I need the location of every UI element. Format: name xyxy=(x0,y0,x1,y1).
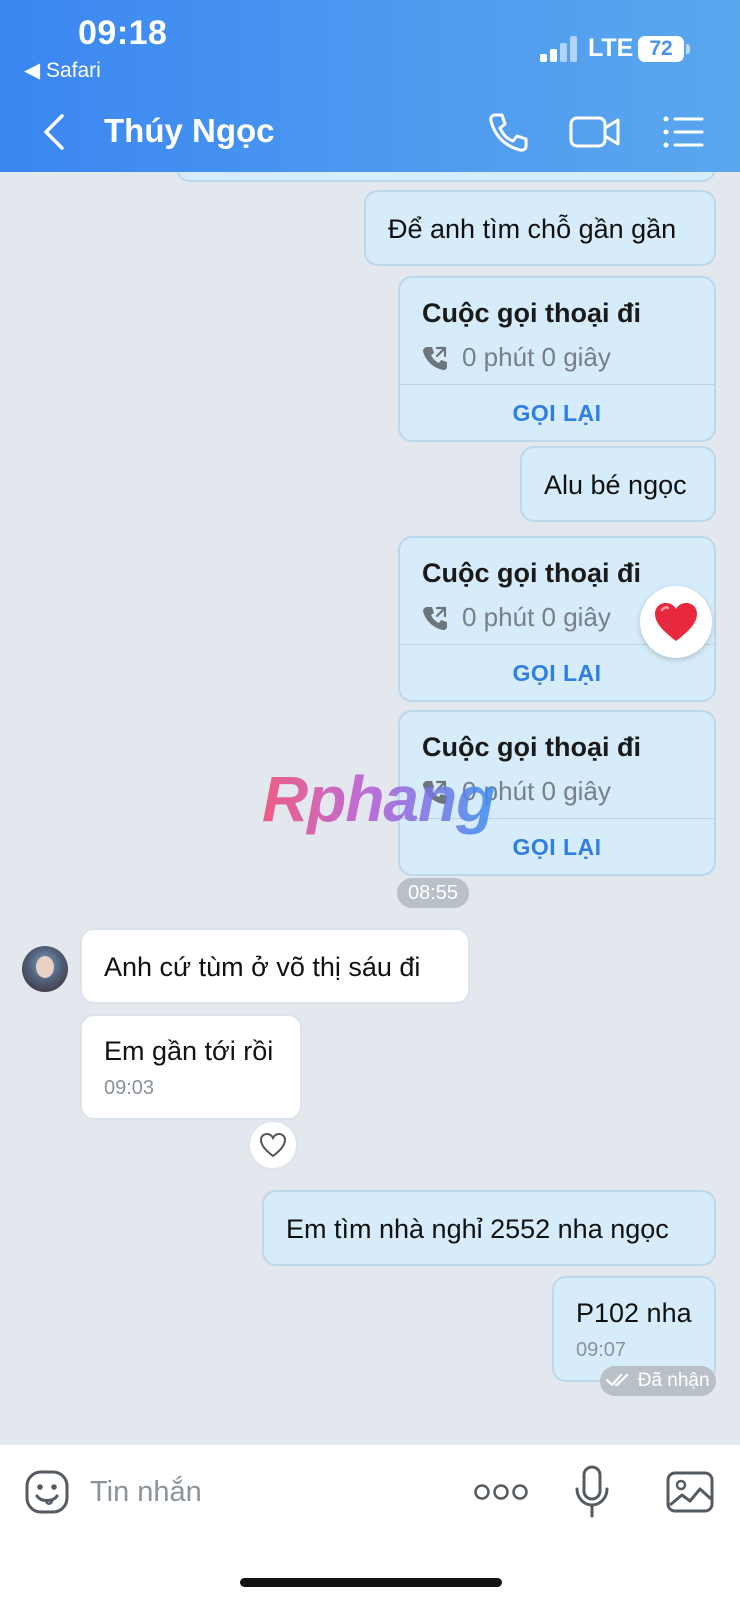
message-time: 09:03 xyxy=(104,1077,155,1099)
time-separator: 08:55 xyxy=(397,878,469,908)
outgoing-call-icon xyxy=(423,606,447,630)
call-log-card[interactable]: Cuộc gọi thoại đi 0 phút 0 giây GỌI LẠI xyxy=(398,276,716,442)
more-icon[interactable] xyxy=(474,1481,528,1503)
chat-header: 09:18 ◀ Safari LTE 72 Thúy Ngọc xyxy=(0,0,740,172)
incoming-message[interactable]: Anh cứ tùm ở võ thị sáu đi xyxy=(80,928,470,1004)
microphone-icon[interactable] xyxy=(574,1465,610,1519)
call-duration: 0 phút 0 giây xyxy=(462,342,611,372)
phone-icon[interactable] xyxy=(486,110,530,154)
image-icon[interactable] xyxy=(666,1471,714,1513)
signal-icon xyxy=(540,36,578,62)
avatar[interactable] xyxy=(22,946,68,992)
network-type: LTE xyxy=(588,34,634,62)
message-time: 09:07 xyxy=(576,1339,627,1361)
outgoing-message[interactable]: Alu bé ngọc xyxy=(520,446,716,522)
message-text: P102 nha xyxy=(576,1298,692,1328)
back-to-safari-link[interactable]: ◀ Safari xyxy=(24,58,101,83)
message-text: Alu bé ngọc xyxy=(544,470,687,500)
call-title: Cuộc gọi thoại đi xyxy=(422,732,641,762)
message-text: Anh cứ tùm ở võ thị sáu đi xyxy=(104,952,421,982)
emoji-icon[interactable] xyxy=(24,1469,70,1515)
call-title: Cuộc gọi thoại đi xyxy=(422,298,641,328)
read-receipt: Đã nhận xyxy=(600,1366,716,1396)
composer-bar xyxy=(0,1444,740,1600)
call-duration-row: 0 phút 0 giây xyxy=(422,342,611,373)
menu-icon[interactable] xyxy=(662,110,704,154)
call-back-button[interactable]: GỌI LẠI xyxy=(400,384,714,440)
call-duration: 0 phút 0 giây xyxy=(462,602,611,632)
status-time: 09:18 xyxy=(78,14,168,52)
message-text: Em tìm nhà nghỉ 2552 nha ngọc xyxy=(286,1214,669,1244)
message-text: Để anh tìm chỗ gần gần xyxy=(388,214,677,244)
heart-reaction-icon[interactable] xyxy=(640,586,712,658)
battery-icon: 72 xyxy=(638,36,684,62)
outgoing-message[interactable]: Em tìm nhà nghỉ 2552 nha ngọc xyxy=(262,1190,716,1266)
outgoing-call-icon xyxy=(423,346,447,370)
read-receipt-text: Đã nhận xyxy=(637,1370,710,1391)
watermark-logo: Rphang xyxy=(262,763,495,835)
outgoing-message[interactable]: Để anh tìm chỗ gần gần xyxy=(364,190,716,266)
previous-message-bubble[interactable] xyxy=(176,172,716,182)
incoming-message[interactable]: Em gần tới rồi 09:03 xyxy=(80,1014,302,1120)
call-title: Cuộc gọi thoại đi xyxy=(422,558,641,588)
heart-outline-icon[interactable] xyxy=(248,1120,298,1170)
call-duration-row: 0 phút 0 giây xyxy=(422,602,611,633)
double-check-icon xyxy=(606,1373,629,1387)
back-icon[interactable] xyxy=(40,112,70,152)
message-list[interactable]: Để anh tìm chỗ gần gần Cuộc gọi thoại đi… xyxy=(0,172,740,1444)
message-input[interactable] xyxy=(90,1471,430,1513)
home-indicator[interactable] xyxy=(240,1578,502,1587)
message-text: Em gần tới rồi xyxy=(104,1036,274,1066)
contact-name[interactable]: Thúy Ngọc xyxy=(104,112,275,150)
battery-tip xyxy=(686,44,690,54)
video-call-icon[interactable] xyxy=(568,110,622,154)
